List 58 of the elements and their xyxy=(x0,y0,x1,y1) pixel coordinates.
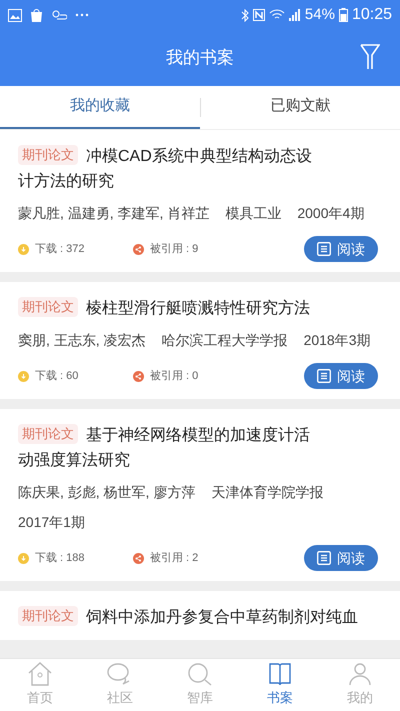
image-icon xyxy=(8,8,22,22)
page-title: 我的书案 xyxy=(166,47,234,70)
wifi-icon xyxy=(268,9,285,21)
search-icon xyxy=(187,662,213,686)
article-title: 期刊论文 基于神经网络模型的加速度计活动强度算法研究 xyxy=(18,423,311,471)
battery-percentage: 54% xyxy=(304,4,335,25)
download-count: 下载 : 60 xyxy=(35,368,80,384)
citation-count: 被引用 : 2 xyxy=(150,550,200,566)
journal-name: 哈尔滨工程大学学报 xyxy=(162,331,288,350)
bluetooth-icon xyxy=(240,8,249,22)
download-count: 下载 : 372 xyxy=(35,242,86,257)
journal-name: 模具工业 xyxy=(225,204,282,223)
filter-icon[interactable] xyxy=(360,44,380,70)
battery-icon xyxy=(338,8,348,22)
read-button[interactable]: 阅读 xyxy=(304,363,378,389)
authors: 蒙凡胜, 温建勇, 李建军, 肖祥芷 xyxy=(18,204,210,223)
download-count: 下载 : 188 xyxy=(35,550,86,566)
citation-count: 被引用 : 9 xyxy=(150,242,200,257)
document-icon xyxy=(317,369,331,383)
nav-tab[interactable]: 我的 xyxy=(320,659,400,711)
book-icon xyxy=(267,662,293,686)
document-icon xyxy=(317,242,331,256)
more-icon xyxy=(75,13,89,17)
weather-icon xyxy=(51,9,67,21)
journal-name: 天津体育学院学报 xyxy=(211,483,324,502)
issue: 2018年3期 xyxy=(304,331,370,350)
read-button[interactable]: 阅读 xyxy=(304,545,378,571)
article-card[interactable]: 期刊论文 饲料中添加丹参复合中草药制剂对纯血 xyxy=(0,591,400,640)
clock: 10:25 xyxy=(352,5,392,25)
home-icon xyxy=(27,662,53,686)
nav-tab[interactable]: 首页 xyxy=(0,659,80,711)
article-card[interactable]: 期刊论文 冲模CAD系统中典型结构动态设计方法的研究 蒙凡胜, 温建勇, 李建军, 肖祥芷 模具工业 2000年4期 下载 : 372 被引用 : 9 阅读 xyxy=(0,130,400,272)
issue: 2017年1期 xyxy=(18,513,85,532)
issue: 2000年4期 xyxy=(297,204,364,223)
tab[interactable]: 已购文献 xyxy=(200,86,400,129)
authors: 陈庆果, 彭彪, 杨世军, 廖方萍 xyxy=(18,483,196,502)
download-icon xyxy=(18,244,29,254)
nav-tab[interactable]: 社区 xyxy=(80,659,160,711)
person-icon xyxy=(347,662,373,686)
authors: 窦朋, 王志东, 凌宏杰 xyxy=(18,331,146,350)
share-icon xyxy=(133,552,144,564)
nav-tab[interactable]: 智库 xyxy=(160,659,240,711)
signal-icon xyxy=(288,9,301,21)
article-title: 期刊论文 饲料中添加丹参复合中草药制剂对纯血 xyxy=(18,605,382,630)
read-button[interactable]: 阅读 xyxy=(304,236,378,262)
nfc-icon xyxy=(252,9,265,21)
share-icon xyxy=(133,370,144,382)
article-card[interactable]: 期刊论文 棱柱型滑行艇喷溅特性研究方法 窦朋, 王志东, 凌宏杰 哈尔滨工程大学学报 2018年3期 下载 : 60 被引用 : 0 阅读 xyxy=(0,282,400,399)
bag-icon xyxy=(30,8,43,22)
article-title: 期刊论文 棱柱型滑行艇喷溅特性研究方法 xyxy=(18,296,382,321)
nav-tab[interactable]: 书案 xyxy=(240,659,320,711)
article-card[interactable]: 期刊论文 基于神经网络模型的加速度计活动强度算法研究 陈庆果, 彭彪, 杨世军, 廖方萍 天津体育学院学报 2017年1期 下载 : 188 被引用 : 2 阅读 xyxy=(0,409,400,581)
download-icon xyxy=(18,370,29,382)
document-icon xyxy=(317,551,331,565)
article-title: 期刊论文 冲模CAD系统中典型结构动态设计方法的研究 xyxy=(18,144,313,192)
share-icon xyxy=(133,244,144,254)
download-icon xyxy=(18,552,29,564)
citation-count: 被引用 : 0 xyxy=(150,368,200,384)
